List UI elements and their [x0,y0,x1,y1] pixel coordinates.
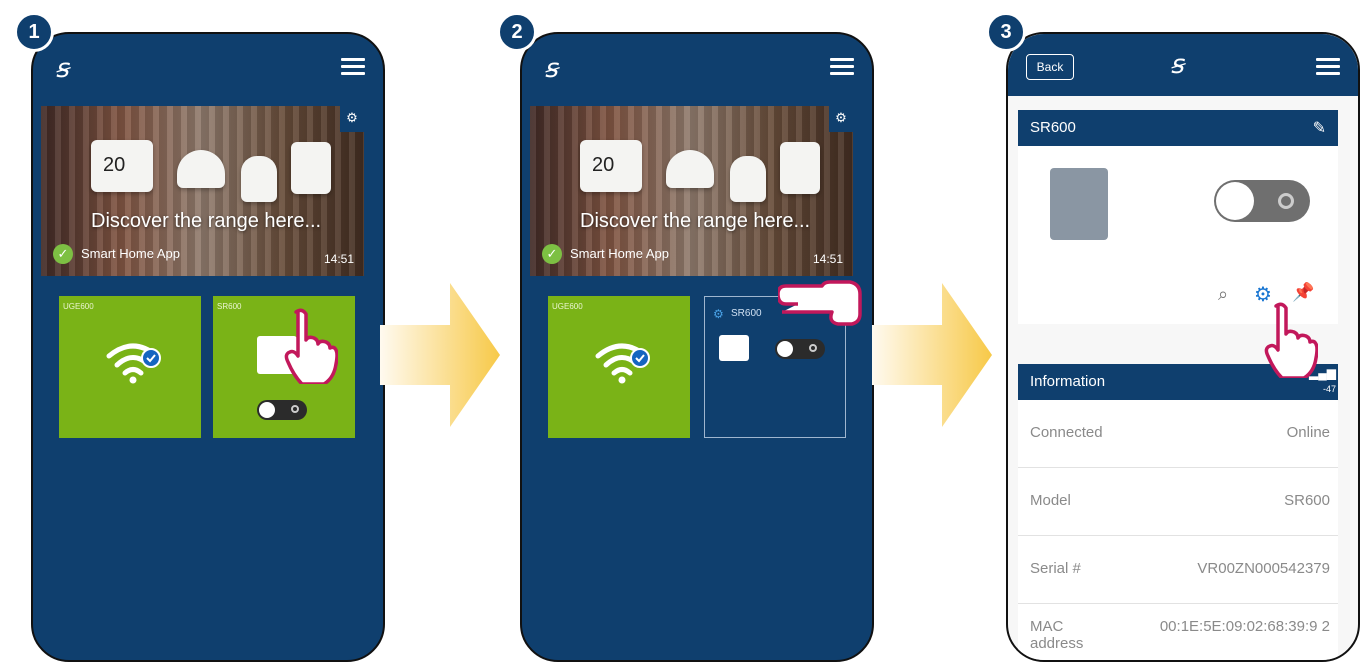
gear-icon[interactable]: ⚙ [829,106,853,132]
row-key: MAC address [1030,618,1084,652]
arrow-icon [380,283,500,427]
row-key: Model [1030,492,1071,509]
row-key: Connected [1030,424,1103,441]
switch-icon [719,335,749,361]
gear-icon[interactable]: ⚙ [713,307,724,321]
edit-icon[interactable]: ✎ [1313,118,1326,138]
menu-icon[interactable] [830,58,854,76]
device-image [241,156,277,202]
tile-gateway[interactable]: UGE600 [548,296,690,438]
promo-banner[interactable]: 20 ⚙ Discover the range here... ✓ Smart … [530,106,853,276]
menu-icon[interactable] [341,58,365,76]
info-row-model: Model SR600 [1018,468,1338,536]
step-badge-3: 3 [986,12,1026,52]
hand-pointer-icon [778,280,862,326]
tile-label: UGE600 [63,302,94,311]
row-value: Online [1286,424,1330,441]
info-row-mac: MAC address 00:1E:5E:09:02:68:39:9 2 [1018,604,1338,660]
step-badge-1: 1 [14,12,54,52]
logo-icon[interactable]: ꞩ [544,54,558,84]
device-image [291,142,331,194]
row-value: SR600 [1284,492,1330,509]
logo-icon[interactable]: ꞩ [1170,50,1184,80]
top-bar: Back ꞩ [1008,34,1358,96]
banner-time: 14:51 [812,252,843,266]
phone-screen-2: ꞩ 20 ⚙ Discover the range here... ✓ Smar… [520,32,874,662]
info-row-serial: Serial # VR00ZN000542379 [1018,536,1338,604]
row-key: Serial # [1030,560,1081,577]
banner-headline: Discover the range here... [580,210,811,232]
thermostat-reading: 20 [103,154,126,176]
hand-pointer-icon [284,308,338,384]
switch-icon [1050,168,1108,240]
banner-app-name: Smart Home App [81,246,180,261]
device-image [730,156,766,202]
banner-headline: Discover the range here... [91,210,322,232]
signal-value: -47 [1322,384,1336,394]
row-value: 00:1E:5E:09:02:68:39:9 2 [1159,618,1330,635]
device-title: SR600 [1018,110,1338,146]
menu-icon[interactable] [1316,58,1340,76]
wifi-icon [106,343,161,384]
switch-toggle[interactable] [257,400,307,420]
row-value: VR00ZN000542379 [1197,560,1330,577]
info-row-connected: Connected Online [1018,400,1338,468]
step-badge-2: 2 [497,12,537,52]
device-card: SR600 ✎ ⌕ ⚙ 📌 [1018,110,1338,324]
promo-banner[interactable]: 20 ⚙ Discover the range here... ✓ Smart … [41,106,364,276]
tile-gateway[interactable]: UGE600 [59,296,201,438]
search-icon[interactable]: ⌕ [1218,284,1228,305]
tile-label: UGE600 [552,302,583,311]
tile-label: SR600 [217,302,242,311]
banner-app-name: Smart Home App [570,246,669,261]
gear-icon[interactable]: ⚙ [340,106,364,132]
arrow-icon [872,283,992,427]
back-button[interactable]: Back [1026,54,1074,80]
thermostat-reading: 20 [592,154,615,176]
device-image [780,142,820,194]
check-icon: ✓ [542,244,562,264]
wifi-icon [595,343,650,384]
switch-toggle[interactable] [1214,180,1310,222]
tile-label: SR600 [731,308,762,319]
banner-time: 14:51 [323,252,354,266]
logo-icon[interactable]: ꞩ [55,54,69,84]
switch-toggle[interactable] [775,339,825,359]
check-icon: ✓ [53,244,73,264]
hand-pointer-icon [1264,302,1318,378]
